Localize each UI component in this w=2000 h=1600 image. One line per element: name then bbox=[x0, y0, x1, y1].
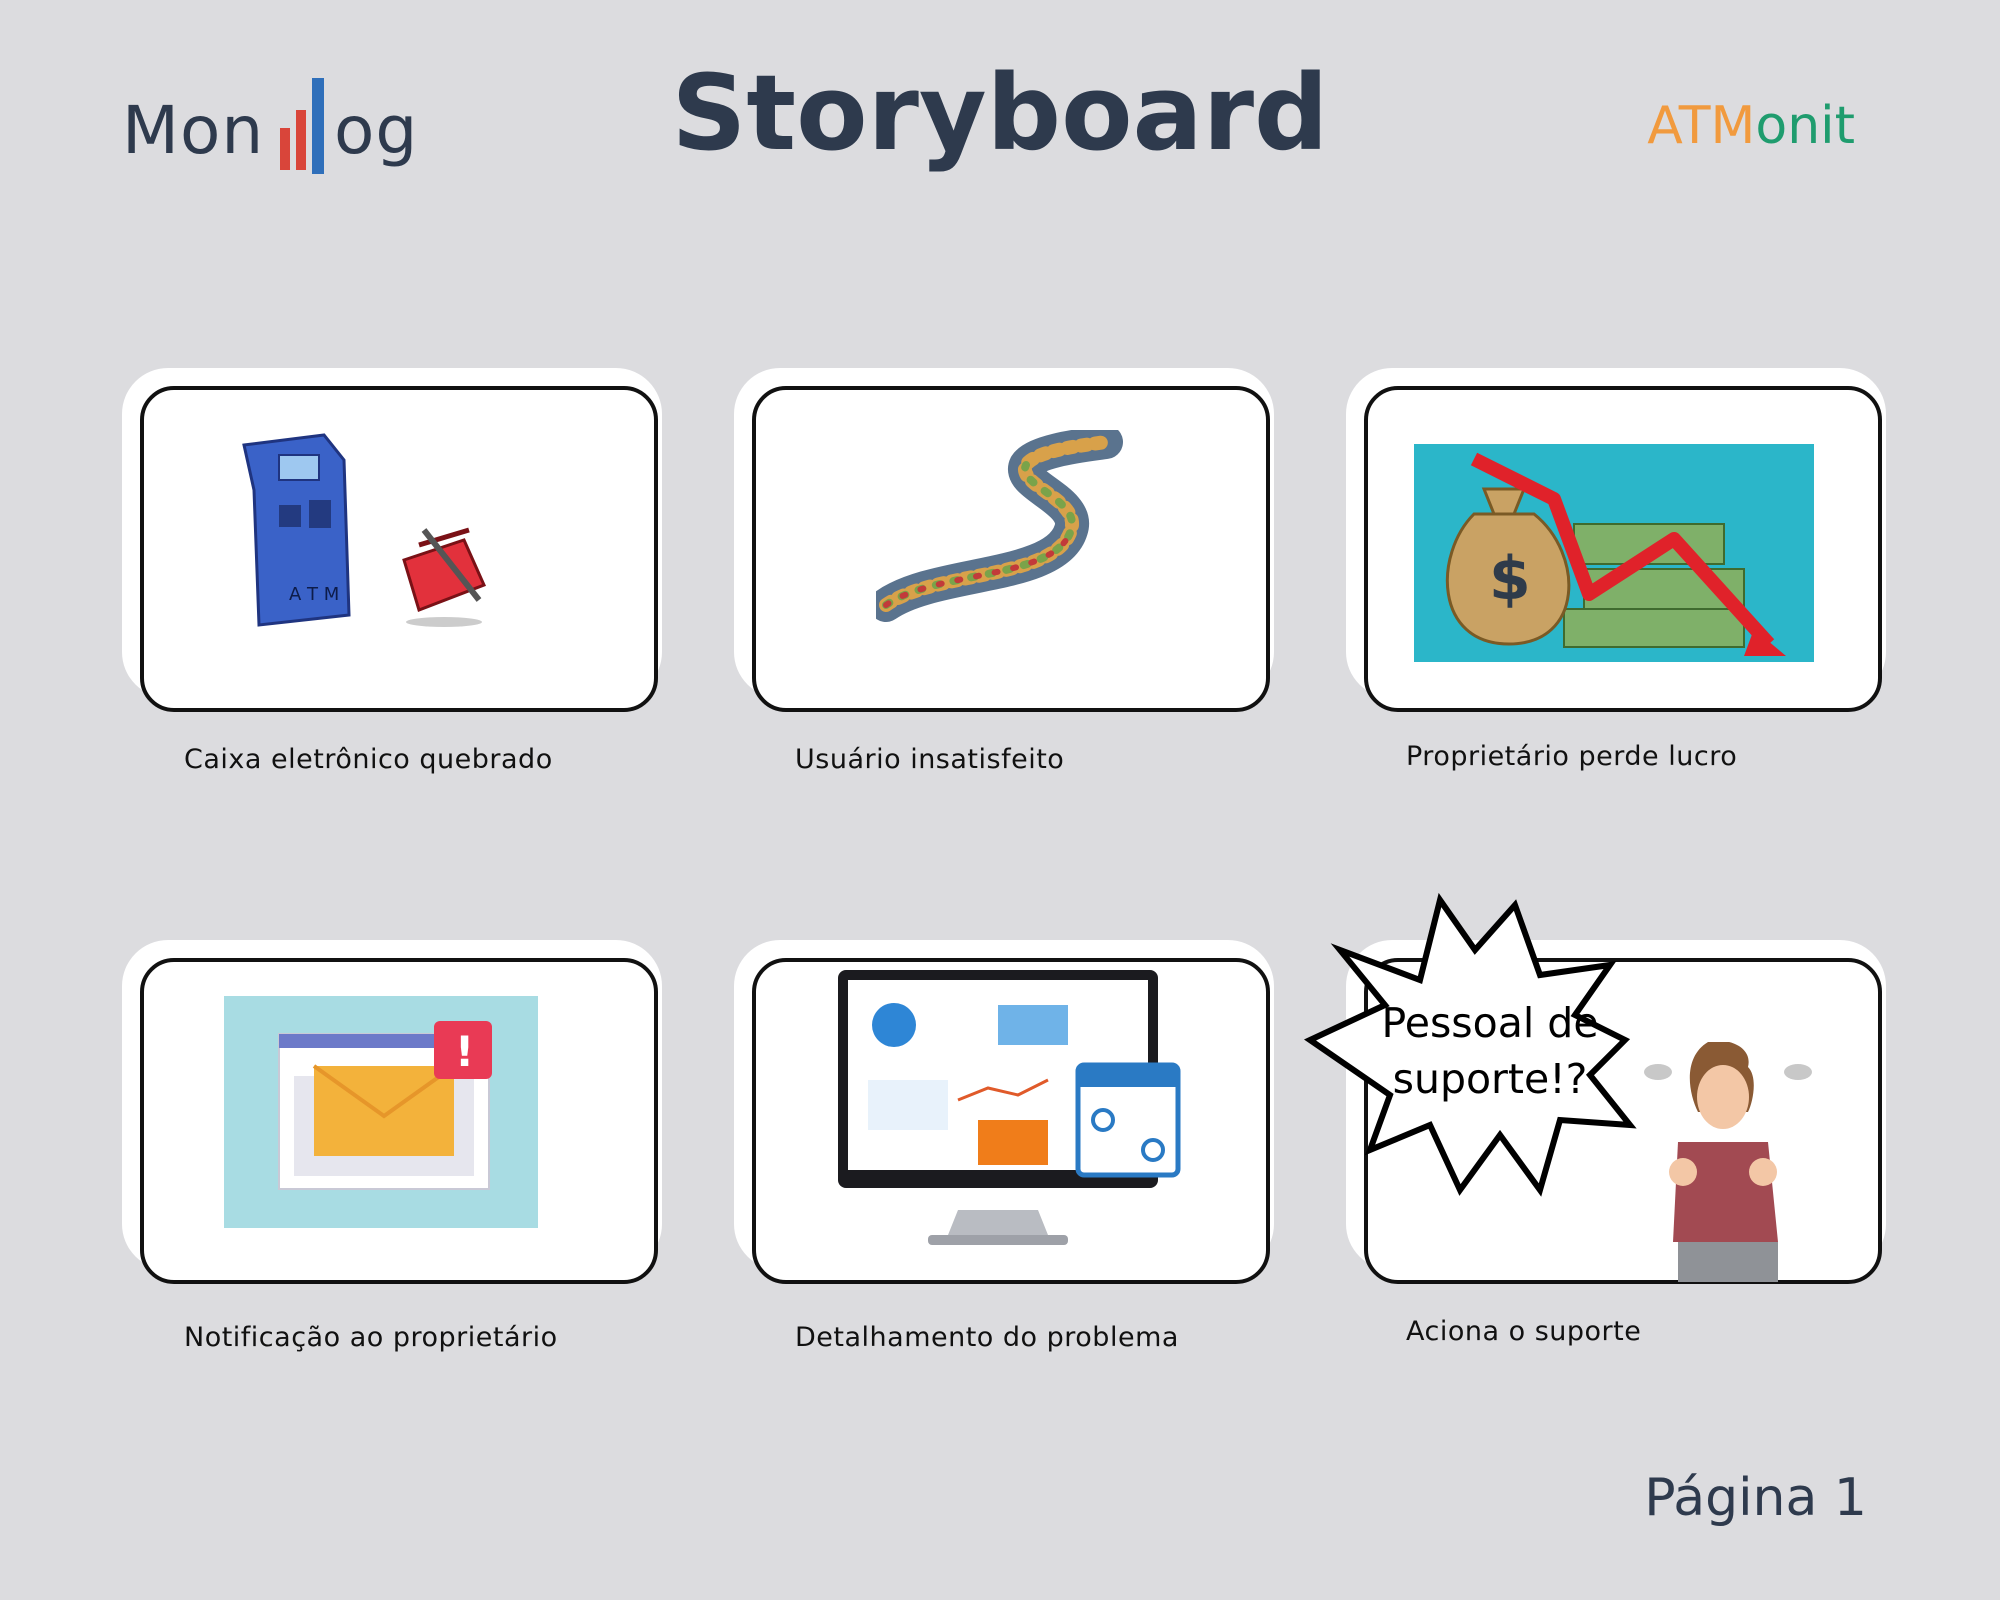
atmonit-logo: ATMonit bbox=[1647, 96, 1855, 156]
panel-notification: ! bbox=[122, 940, 662, 1288]
speech-bubble-text: Pessoal de suporte!? bbox=[1370, 995, 1610, 1107]
panel-unsatisfied-user bbox=[734, 368, 1274, 716]
dashboard-monitor-icon bbox=[838, 970, 1181, 1245]
panel-broken-atm: A T M bbox=[122, 368, 662, 716]
caption-panel-3: Proprietário perde lucro bbox=[1406, 741, 1738, 772]
page-number: Página 1 bbox=[1644, 1468, 1867, 1528]
svg-text:!: ! bbox=[455, 1027, 474, 1076]
panel-problem-details bbox=[734, 940, 1274, 1288]
caption-panel-6: Aciona o suporte bbox=[1406, 1316, 1642, 1347]
panel-owner-loses-profit: $ bbox=[1346, 368, 1886, 716]
money-bag-falling-chart-icon: $ bbox=[1414, 444, 1814, 662]
caption-panel-2: Usuário insatisfeito bbox=[795, 744, 1065, 775]
crowd-queue-icon bbox=[876, 430, 1123, 622]
atmonit-logo-part1: ATM bbox=[1647, 96, 1756, 156]
caption-panel-4: Notificação ao proprietário bbox=[184, 1322, 558, 1353]
atmonit-logo-part2: onit bbox=[1755, 96, 1855, 156]
email-notification-icon: ! bbox=[224, 996, 538, 1228]
caption-panel-1: Caixa eletrônico quebrado bbox=[184, 744, 553, 775]
speech-line-1: Pessoal de bbox=[1381, 999, 1599, 1047]
atm-and-toolbox-icon: A T M bbox=[242, 433, 487, 627]
svg-text:A T M: A T M bbox=[289, 584, 339, 605]
speech-line-2: suporte!? bbox=[1392, 1055, 1588, 1103]
svg-text:$: $ bbox=[1489, 544, 1531, 614]
caption-panel-5: Detalhamento do problema bbox=[795, 1322, 1179, 1353]
